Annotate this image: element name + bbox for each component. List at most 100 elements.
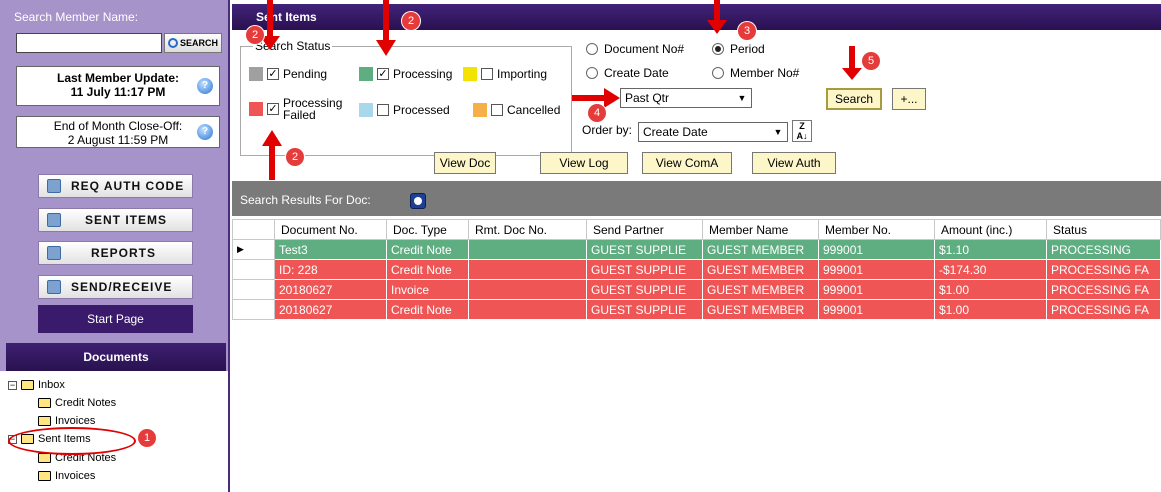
collapse-icon[interactable]: − <box>8 380 17 390</box>
annotation-badge: 3 <box>738 22 756 40</box>
tree-sent-invoices[interactable]: Invoices <box>38 470 95 482</box>
search-member-label: Search Member Name: <box>14 10 139 24</box>
start-page-button[interactable]: Start Page <box>38 305 193 333</box>
view-auth-button[interactable]: View Auth <box>752 152 836 174</box>
tree-inbox-invoices[interactable]: Invoices <box>38 415 95 427</box>
radio-member-no[interactable]: Member No# <box>712 66 799 80</box>
folder-icon <box>38 453 51 463</box>
processed-checkbox[interactable] <box>377 104 389 116</box>
cancelled-swatch <box>473 103 487 117</box>
view-log-button[interactable]: View Log <box>540 152 628 174</box>
column-header[interactable]: Send Partner <box>586 219 703 240</box>
importing-swatch <box>463 67 477 81</box>
table-header-row: Document No. Doc. Type Rmt. Doc No. Send… <box>232 219 1161 240</box>
annotation-arrow-head <box>707 20 727 34</box>
end-of-month-close-off: End of Month Close-Off: 2 August 11:59 P… <box>16 116 220 148</box>
send-receive-icon <box>47 280 61 294</box>
table-row[interactable]: 20180627 Invoice GUEST SUPPLIE GUEST MEM… <box>232 279 1161 300</box>
results-table: Document No. Doc. Type Rmt. Doc No. Send… <box>232 219 1161 320</box>
annotation-ring <box>8 427 136 455</box>
pending-swatch <box>249 67 263 81</box>
member-search-button[interactable]: SEARCH <box>164 33 222 53</box>
send-receive-button[interactable]: SEND/RECEIVE <box>38 275 193 299</box>
annotation-arrow-head <box>376 40 396 56</box>
column-header[interactable]: Amount (inc.) <box>934 219 1047 240</box>
search-icon <box>167 38 178 48</box>
main-panel: Sent Items Search Status ✓ Pending ✓ Pro… <box>232 0 1161 492</box>
processing-failed-checkbox[interactable]: ✓ <box>267 103 279 115</box>
annotation-badge: 2 <box>246 26 264 44</box>
table-row[interactable]: 20180627 Credit Note GUEST SUPPLIE GUEST… <box>232 299 1161 320</box>
status-pending[interactable]: ✓ Pending <box>249 67 327 81</box>
column-header[interactable]: Status <box>1046 219 1161 240</box>
cancelled-checkbox[interactable] <box>491 104 503 116</box>
search-results-header: Search Results For Doc: <box>232 181 1161 216</box>
status-processed[interactable]: Processed <box>359 103 450 117</box>
more-options-button[interactable]: +... <box>892 88 926 110</box>
reports-button[interactable]: REPORTS <box>38 241 193 265</box>
column-header[interactable]: Member Name <box>702 219 819 240</box>
annotation-arrow <box>383 0 389 42</box>
status-cancelled[interactable]: Cancelled <box>473 103 560 117</box>
search-panel: Search Status ✓ Pending ✓ Processing Imp… <box>232 30 1161 180</box>
sort-az-icon[interactable]: Z A↓ <box>792 120 812 142</box>
help-icon[interactable]: ? <box>197 124 213 140</box>
tree-inbox-credit-notes[interactable]: Credit Notes <box>38 397 116 409</box>
status-importing[interactable]: Importing <box>463 67 547 81</box>
table-row[interactable]: ▶ Test3 Credit Note GUEST SUPPLIE GUEST … <box>232 239 1161 260</box>
row-selector <box>232 299 275 320</box>
document-icon <box>47 213 61 227</box>
status-processing[interactable]: ✓ Processing <box>359 67 452 81</box>
folder-icon <box>38 398 51 408</box>
annotation-badge: 4 <box>588 104 606 122</box>
annotation-arrow <box>267 0 273 38</box>
annotation-badge: 2 <box>286 148 304 166</box>
table-row[interactable]: ID: 228 Credit Note GUEST SUPPLIE GUEST … <box>232 259 1161 280</box>
chevron-down-icon[interactable]: ▼ <box>735 91 749 105</box>
column-header[interactable]: Rmt. Doc No. <box>468 219 587 240</box>
order-by-select[interactable]: Create Date ▼ <box>638 122 788 142</box>
pending-checkbox[interactable]: ✓ <box>267 68 279 80</box>
status-processing-failed[interactable]: ✓ Processing Failed <box>249 97 342 121</box>
period-select[interactable]: Past Qtr ▼ <box>620 88 752 108</box>
search-status-group: Search Status ✓ Pending ✓ Processing Imp… <box>240 39 572 156</box>
radio-period[interactable]: Period <box>712 42 765 56</box>
page-title: Sent Items <box>232 4 1161 30</box>
refresh-icon[interactable] <box>410 193 426 209</box>
annotation-arrow <box>572 95 606 101</box>
annotation-arrow <box>714 0 720 22</box>
folder-icon <box>38 416 51 426</box>
annotation-arrow-head <box>604 88 620 108</box>
column-header[interactable]: Doc. Type <box>386 219 469 240</box>
member-name-input[interactable] <box>16 33 162 53</box>
annotation-badge: 5 <box>862 52 880 70</box>
view-coma-button[interactable]: View ComA <box>642 152 732 174</box>
last-member-update: Last Member Update: 11 July 11:17 PM ? <box>16 66 220 106</box>
row-selector <box>232 279 275 300</box>
row-selector-arrow-icon: ▶ <box>232 239 275 260</box>
sent-items-button[interactable]: SENT ITEMS <box>38 208 193 232</box>
processing-checkbox[interactable]: ✓ <box>377 68 389 80</box>
annotation-arrow-head <box>842 68 862 80</box>
folder-icon <box>21 380 34 390</box>
key-icon <box>47 179 61 193</box>
req-auth-code-button[interactable]: REQ AUTH CODE <box>38 174 193 198</box>
radio-document-no[interactable]: Document No# <box>586 42 684 56</box>
documents-header: Documents <box>6 343 226 371</box>
annotation-arrow <box>849 46 855 70</box>
view-doc-button[interactable]: View Doc <box>434 152 496 174</box>
column-header[interactable]: Member No. <box>818 219 935 240</box>
importing-checkbox[interactable] <box>481 68 493 80</box>
folder-icon <box>38 471 51 481</box>
reports-icon <box>47 246 61 260</box>
search-button[interactable]: Search <box>826 88 882 110</box>
chevron-down-icon[interactable]: ▼ <box>771 125 785 139</box>
sidebar: Search Member Name: SEARCH Last Member U… <box>0 0 230 492</box>
radio-create-date[interactable]: Create Date <box>586 66 669 80</box>
tree-inbox[interactable]: − Inbox <box>8 379 65 391</box>
failed-swatch <box>249 102 263 116</box>
order-by-label: Order by: <box>582 123 633 137</box>
processing-swatch <box>359 67 373 81</box>
column-header[interactable]: Document No. <box>274 219 387 240</box>
help-icon[interactable]: ? <box>197 78 213 94</box>
